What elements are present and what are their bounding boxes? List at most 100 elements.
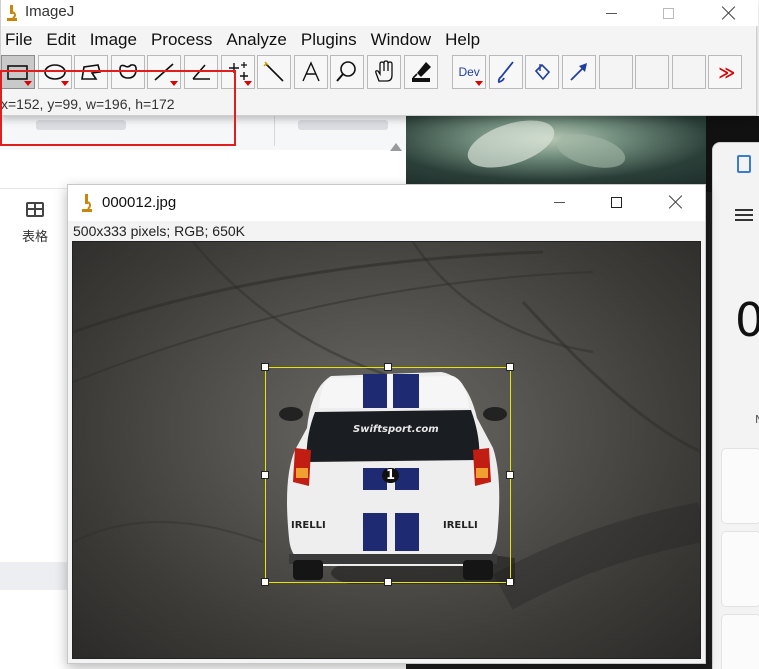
menu-plugins[interactable]: Plugins bbox=[297, 28, 361, 52]
empty-tool-slot[interactable] bbox=[635, 55, 670, 89]
scroll-up-arrow-icon[interactable] bbox=[390, 143, 402, 151]
status-bar: x=152, y=99, w=196, h=172 bbox=[1, 96, 175, 112]
window-title: ImageJ bbox=[25, 3, 75, 20]
maximize-button[interactable] bbox=[645, 0, 691, 26]
blurred-text bbox=[298, 120, 388, 130]
brush-tool-icon bbox=[497, 61, 514, 84]
rectangle-tool-button[interactable] bbox=[1, 55, 35, 89]
calculator-key[interactable] bbox=[721, 448, 759, 524]
roi-handle-right[interactable] bbox=[506, 471, 514, 479]
close-icon bbox=[721, 6, 735, 20]
microscope-icon bbox=[82, 194, 92, 212]
line-tool-button[interactable] bbox=[147, 55, 182, 89]
maximize-button[interactable] bbox=[593, 189, 639, 215]
divider bbox=[0, 188, 70, 189]
minimize-icon bbox=[605, 12, 617, 14]
dropdown-triangle-icon bbox=[24, 81, 32, 86]
menu-bar: File Edit Image Process Analyze Plugins … bbox=[1, 28, 490, 52]
roi-handle-bottom-left[interactable] bbox=[261, 578, 269, 586]
close-icon bbox=[668, 195, 682, 209]
roi-handle-top-right[interactable] bbox=[506, 363, 514, 371]
flood-fill-tool-button[interactable] bbox=[525, 55, 560, 89]
maximize-icon bbox=[662, 7, 674, 19]
image-window-title: 000012.jpg bbox=[102, 194, 177, 211]
image-canvas[interactable]: Swiftsport.com IRELLI IRELLI 1 bbox=[72, 241, 701, 659]
wand-tool-icon bbox=[263, 61, 284, 82]
background-grey-bar bbox=[0, 562, 70, 590]
magnifier-tool-button[interactable] bbox=[330, 55, 365, 89]
wand-tool-button[interactable] bbox=[257, 55, 292, 89]
more-tools-icon: ≫ bbox=[718, 62, 735, 82]
tool-bar: Dev ≫ bbox=[1, 55, 745, 91]
text-tool-button[interactable] bbox=[293, 55, 328, 89]
roi-label: 1 bbox=[382, 468, 400, 483]
polygon-tool-icon bbox=[81, 64, 102, 80]
calculator-icon bbox=[737, 155, 751, 173]
calculator-display: 0 bbox=[735, 293, 759, 347]
text-tool-icon bbox=[302, 61, 320, 82]
table-label[interactable]: 表格 bbox=[22, 226, 48, 245]
dropdown-triangle-icon bbox=[243, 81, 252, 86]
divider bbox=[274, 116, 275, 146]
close-button[interactable] bbox=[705, 0, 751, 26]
dropdown-triangle-icon bbox=[475, 81, 484, 86]
calculator-key[interactable] bbox=[721, 614, 759, 669]
imagej-main-window: ImageJ File Edit Image Process Analyze P… bbox=[0, 0, 758, 116]
color-picker-tool-button[interactable] bbox=[403, 55, 438, 89]
empty-tool-slot[interactable] bbox=[671, 55, 706, 89]
wallpaper-swirl bbox=[553, 127, 629, 175]
roi-handle-left[interactable] bbox=[261, 471, 269, 479]
calculator-side-letter: N bbox=[755, 413, 759, 426]
angle-tool-icon bbox=[192, 64, 210, 80]
roi-handle-top[interactable] bbox=[384, 363, 392, 371]
minimize-icon bbox=[553, 201, 565, 203]
menu-edit[interactable]: Edit bbox=[42, 28, 79, 52]
image-info-text: 500x333 pixels; RGB; 650K bbox=[73, 223, 245, 239]
close-button[interactable] bbox=[652, 189, 698, 215]
freehand-tool-icon bbox=[118, 64, 137, 79]
empty-tool-slot[interactable] bbox=[598, 55, 633, 89]
dev-tool-label: Dev bbox=[458, 65, 480, 79]
menu-help[interactable]: Help bbox=[441, 28, 484, 52]
angle-tool-button[interactable] bbox=[183, 55, 218, 89]
hamburger-menu-icon[interactable] bbox=[735, 209, 753, 221]
minimize-button[interactable] bbox=[536, 189, 582, 215]
table-icon[interactable] bbox=[26, 202, 44, 217]
background-wallpaper bbox=[406, 111, 759, 192]
menu-window[interactable]: Window bbox=[367, 28, 435, 52]
blurred-text bbox=[36, 120, 126, 130]
roi-selection-rectangle[interactable]: 1 bbox=[261, 363, 514, 586]
menu-file[interactable]: File bbox=[1, 28, 36, 52]
image-window: 000012.jpg 500x333 pixels; RGB; 650K Swi… bbox=[67, 184, 706, 664]
background-toolbar-row bbox=[0, 116, 406, 150]
image-window-titlebar[interactable]: 000012.jpg bbox=[68, 185, 705, 221]
calculator-window: 0 N bbox=[712, 142, 759, 669]
calculator-key[interactable] bbox=[721, 531, 759, 607]
more-tools-button[interactable]: ≫ bbox=[708, 55, 743, 89]
magnifier-tool-icon bbox=[336, 61, 357, 82]
maximize-icon bbox=[610, 196, 622, 208]
menu-image[interactable]: Image bbox=[86, 28, 141, 52]
dropdown-triangle-icon bbox=[60, 81, 69, 86]
imagej-titlebar[interactable]: ImageJ bbox=[1, 0, 758, 26]
minimize-button[interactable] bbox=[588, 0, 634, 26]
hand-tool-icon bbox=[375, 60, 393, 82]
arrow-tool-button[interactable] bbox=[561, 55, 596, 89]
dropdown-triangle-icon bbox=[170, 81, 179, 86]
dev-tool-button[interactable]: Dev bbox=[452, 55, 487, 89]
menu-process[interactable]: Process bbox=[147, 28, 216, 52]
color-picker-tool-icon bbox=[411, 62, 431, 82]
roi-handle-bottom[interactable] bbox=[384, 578, 392, 586]
brush-tool-button[interactable] bbox=[488, 55, 523, 89]
oval-tool-button[interactable] bbox=[37, 55, 72, 89]
roi-handle-bottom-right[interactable] bbox=[506, 578, 514, 586]
freehand-tool-button[interactable] bbox=[110, 55, 145, 89]
polygon-tool-button[interactable] bbox=[74, 55, 109, 89]
flood-fill-tool-icon bbox=[535, 63, 551, 81]
point-tool-button[interactable] bbox=[220, 55, 255, 89]
microscope-icon bbox=[7, 5, 17, 21]
hand-tool-button[interactable] bbox=[366, 55, 401, 89]
roi-handle-top-left[interactable] bbox=[261, 363, 269, 371]
wallpaper-swirl bbox=[462, 111, 560, 177]
menu-analyze[interactable]: Analyze bbox=[222, 28, 290, 52]
